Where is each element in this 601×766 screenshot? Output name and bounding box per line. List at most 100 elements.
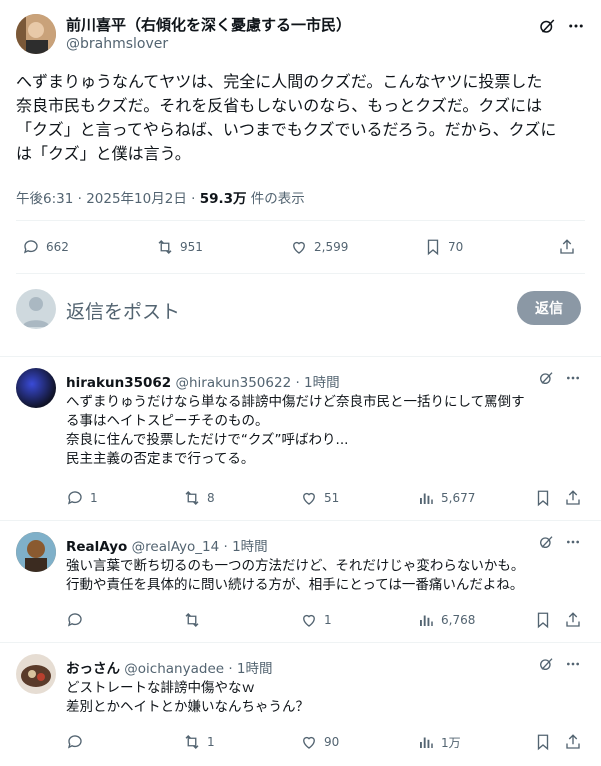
repost-button[interactable]: 8	[183, 489, 215, 507]
author-name[interactable]: 前川喜平（右傾化を深く憂慮する一市民）	[66, 14, 351, 35]
reply-author-name[interactable]: hirakun35062	[66, 375, 171, 391]
repost-icon	[185, 613, 199, 627]
views-icon	[420, 615, 433, 626]
reply-button[interactable]	[66, 733, 90, 751]
more-icon[interactable]	[565, 534, 581, 550]
reply-icon	[67, 613, 82, 627]
reply-avatar[interactable]	[16, 654, 56, 694]
views-icon	[420, 737, 433, 748]
grok-icon[interactable]	[538, 370, 554, 386]
reply-header: hirakun35062 @hirakun350622 · 1時間	[66, 371, 340, 391]
reply-line: 民主主義の否定まで行ってる。	[66, 451, 255, 467]
reply-line: 行動や責任を具体的に問い続ける方が、相手にとっては一番痛いんだよね。	[66, 577, 524, 593]
bookmark-icon	[537, 490, 549, 507]
post-line: 「クズ」と言ってやらねば、いつまでもクズでいるだろう。だから、クズに	[16, 120, 557, 139]
share-icon	[566, 490, 580, 505]
heart-icon	[293, 241, 305, 254]
reply-icon	[23, 240, 38, 254]
reply-count: 1	[90, 491, 98, 505]
views-icon	[420, 493, 433, 504]
reply-author-name[interactable]: おっさん	[66, 661, 120, 677]
heart-icon	[303, 492, 315, 505]
view-count: 1万	[441, 735, 461, 750]
post-line: 奈良市民もクズだ。それを反省もしないのなら、もっとクズだ。クズには	[16, 96, 543, 115]
views-button[interactable]: 5,677	[417, 489, 475, 507]
reply-author-handle[interactable]: @hirakun350622 · 1時間	[175, 375, 339, 391]
share-icon	[560, 239, 574, 254]
reply-author-handle[interactable]: @realAyo_14 · 1時間	[132, 539, 268, 555]
divider	[0, 520, 601, 521]
repost-count: 1	[207, 735, 215, 749]
share-button[interactable]	[564, 611, 582, 629]
view-count: 59.3万	[199, 191, 247, 207]
repost-button[interactable]: 1	[183, 733, 215, 751]
repost-button[interactable]	[183, 611, 207, 629]
view-count: 6,768	[441, 613, 476, 627]
grok-icon[interactable]	[538, 656, 554, 672]
reply-avatar[interactable]	[16, 532, 56, 572]
reply-submit-button[interactable]: 返信	[517, 291, 581, 325]
heart-icon	[303, 736, 315, 749]
repost-count: 8	[207, 491, 215, 505]
bookmark-icon	[537, 612, 549, 629]
repost-button[interactable]: 951	[156, 238, 203, 256]
share-icon	[566, 612, 580, 627]
divider	[16, 220, 585, 221]
reply-count: 662	[46, 240, 69, 254]
bookmark-count: 70	[448, 240, 464, 254]
reply-button[interactable]: 662	[22, 238, 69, 256]
author-avatar[interactable]	[16, 14, 56, 54]
more-icon[interactable]	[566, 16, 586, 36]
view-count: 5,677	[441, 491, 476, 505]
reply-header: おっさん @oichanyadee · 1時間	[66, 657, 273, 677]
reply-author-handle[interactable]: @oichanyadee · 1時間	[124, 661, 272, 677]
reply-line: どストレートな誹謗中傷やなｗ	[66, 680, 255, 696]
reply-button[interactable]: 1	[66, 489, 98, 507]
bookmark-icon	[537, 734, 549, 751]
bookmark-button[interactable]	[534, 733, 552, 751]
share-button[interactable]	[564, 733, 582, 751]
reply-author-name[interactable]: RealAyo	[66, 539, 127, 555]
reply-avatar[interactable]	[16, 368, 56, 408]
grok-icon[interactable]	[538, 534, 554, 550]
reply-header: RealAyo @realAyo_14 · 1時間	[66, 535, 268, 555]
post-text: へずまりゅうなんてヤツは、完全に人間のクズだ。こんなヤツに投票した 奈良市民もク…	[16, 70, 591, 166]
divider	[16, 273, 585, 274]
like-button[interactable]: 51	[300, 489, 339, 507]
share-button[interactable]	[558, 238, 576, 256]
reply-line: 差別とかヘイトとか嫌いなんちゃうん？	[66, 699, 309, 715]
grok-icon[interactable]	[537, 16, 557, 36]
divider	[0, 642, 601, 643]
repost-icon	[158, 240, 172, 254]
my-avatar[interactable]	[16, 289, 56, 329]
more-icon[interactable]	[565, 656, 581, 672]
views-button[interactable]: 1万	[417, 733, 461, 751]
bookmark-button[interactable]	[534, 489, 552, 507]
like-button[interactable]: 90	[300, 733, 339, 751]
reply-button[interactable]	[66, 611, 90, 629]
bookmark-button[interactable]	[534, 611, 552, 629]
post-timestamp[interactable]: 午後6:31 · 2025年10月2日 ·	[16, 191, 200, 207]
bookmark-button[interactable]: 70	[424, 238, 463, 256]
post-line: へずまりゅうなんてヤツは、完全に人間のクズだ。こんなヤツに投票した	[16, 72, 543, 91]
more-icon[interactable]	[565, 370, 581, 386]
reply-line: 強い言葉で断ち切るのも一つの方法だけど、それだけじゃ変わらないかも。	[66, 558, 525, 574]
views-button[interactable]: 6,768	[417, 611, 475, 629]
divider	[0, 356, 601, 357]
like-count: 51	[324, 491, 340, 505]
repost-count: 951	[180, 240, 203, 254]
like-count: 2,599	[314, 240, 349, 254]
post-meta: 午後6:31 · 2025年10月2日 · 59.3万 件の表示	[16, 187, 305, 207]
like-button[interactable]: 2,599	[290, 238, 348, 256]
like-button[interactable]: 1	[300, 611, 332, 629]
reply-line: へずまりゅうだけなら単なる誹謗中傷だけど奈良市民と一括りにして罵倒す	[66, 394, 525, 410]
reply-composer-input[interactable]: 返信をポスト	[66, 297, 180, 324]
share-icon	[566, 734, 580, 749]
reply-line: 奈良に住んで投票しただけで“クズ”呼ばわり...	[66, 432, 349, 448]
bookmark-icon	[427, 239, 439, 256]
share-button[interactable]	[564, 489, 582, 507]
author-handle[interactable]: @brahmslover	[66, 36, 168, 52]
like-count: 90	[324, 735, 340, 749]
reply-text: へずまりゅうだけなら単なる誹謗中傷だけど奈良市民と一括りにして罵倒す る事はヘイ…	[66, 393, 591, 469]
heart-icon	[303, 614, 315, 627]
